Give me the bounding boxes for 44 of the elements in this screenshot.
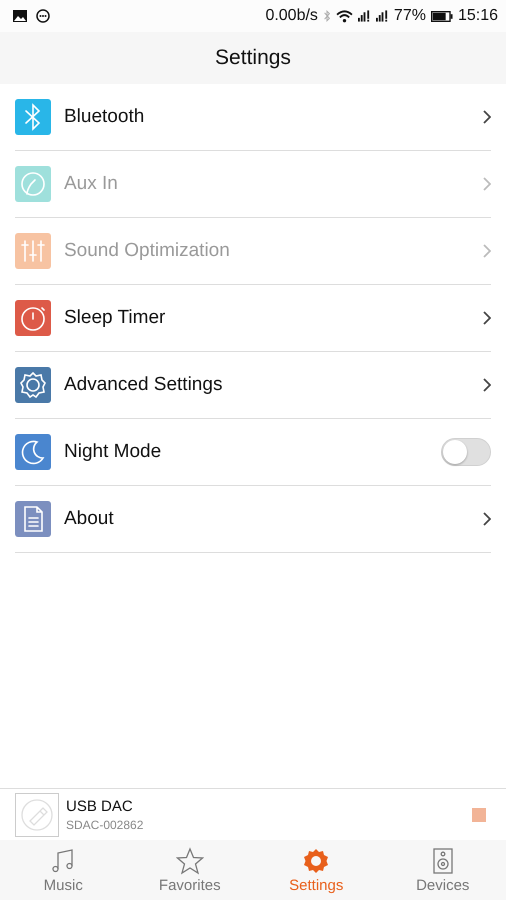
page-title: Settings xyxy=(215,46,291,70)
chevron-icon xyxy=(483,110,491,124)
stop-button[interactable] xyxy=(472,808,486,822)
network-speed: 0.00b/s xyxy=(265,7,318,25)
tab-label: Music xyxy=(44,876,83,894)
settings-item[interactable]: Advanced Settings xyxy=(15,352,491,419)
tab[interactable]: Favorites xyxy=(126,840,253,900)
settings-item[interactable]: About xyxy=(15,486,491,553)
clock-time: 15:16 xyxy=(458,7,498,25)
signal-icon xyxy=(358,10,371,22)
toggle-switch[interactable] xyxy=(441,438,491,466)
settings-item[interactable]: Night Mode xyxy=(15,419,491,486)
tab-label: Devices xyxy=(416,876,470,894)
chevron-icon xyxy=(483,512,491,526)
picture-icon xyxy=(13,10,27,22)
signal-icon xyxy=(376,10,389,22)
device-id: SDAC-002862 xyxy=(66,818,144,832)
tab[interactable]: Settings xyxy=(253,840,380,900)
bluetooth-icon xyxy=(322,9,331,23)
chat-icon xyxy=(36,9,50,23)
settings-item[interactable]: Sleep Timer xyxy=(15,285,491,352)
device-title: USB DAC xyxy=(66,798,134,814)
battery-icon xyxy=(430,10,453,22)
settings-item[interactable]: Bluetooth xyxy=(15,84,491,151)
usb-drive-icon xyxy=(15,792,59,836)
item-label: About xyxy=(64,508,115,530)
chevron-icon xyxy=(483,311,491,325)
item-label: Advanced Settings xyxy=(64,374,224,396)
battery-percent: 77% xyxy=(394,7,426,25)
tab[interactable]: Music xyxy=(0,840,126,900)
chevron-icon xyxy=(483,378,491,392)
item-label: Sleep Timer xyxy=(64,307,166,329)
item-label: Sound Optimization xyxy=(64,240,231,262)
chevron-icon xyxy=(483,244,491,258)
chevron-icon xyxy=(483,177,491,191)
star-icon xyxy=(176,846,204,874)
tab-label: Settings xyxy=(289,876,344,894)
wifi-icon xyxy=(336,10,353,22)
tab[interactable]: Devices xyxy=(380,840,506,900)
gear-icon xyxy=(302,846,330,874)
tab-label: Favorites xyxy=(158,876,221,894)
item-label: Aux In xyxy=(64,173,119,195)
item-label: Bluetooth xyxy=(64,106,146,128)
item-label: Night Mode xyxy=(64,441,162,463)
